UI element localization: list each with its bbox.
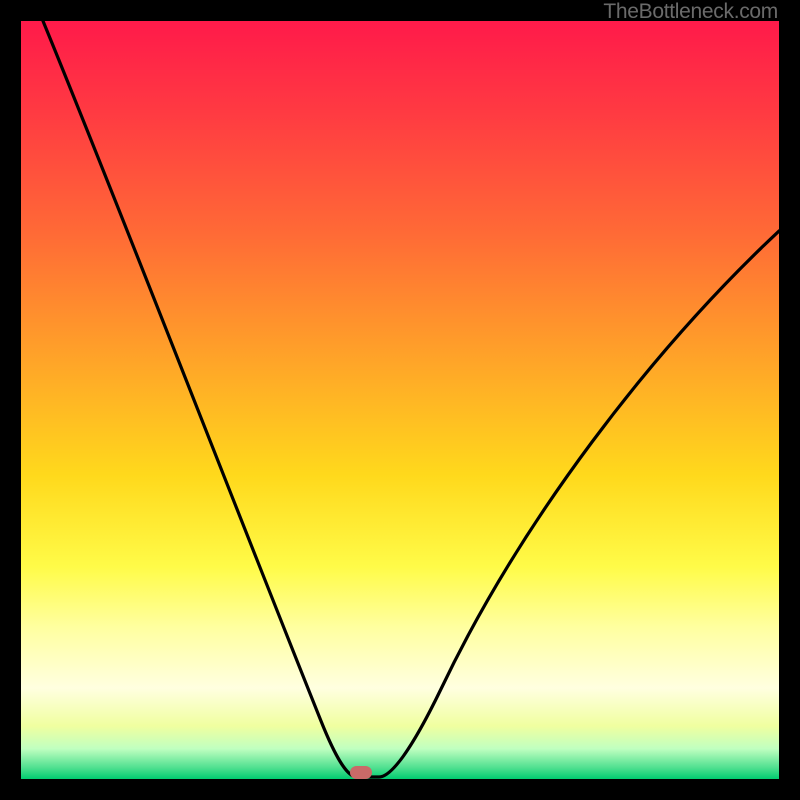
optimal-marker	[350, 766, 372, 779]
bottleneck-curve	[21, 21, 779, 779]
chart-frame	[21, 21, 779, 779]
curve-path	[43, 21, 779, 777]
